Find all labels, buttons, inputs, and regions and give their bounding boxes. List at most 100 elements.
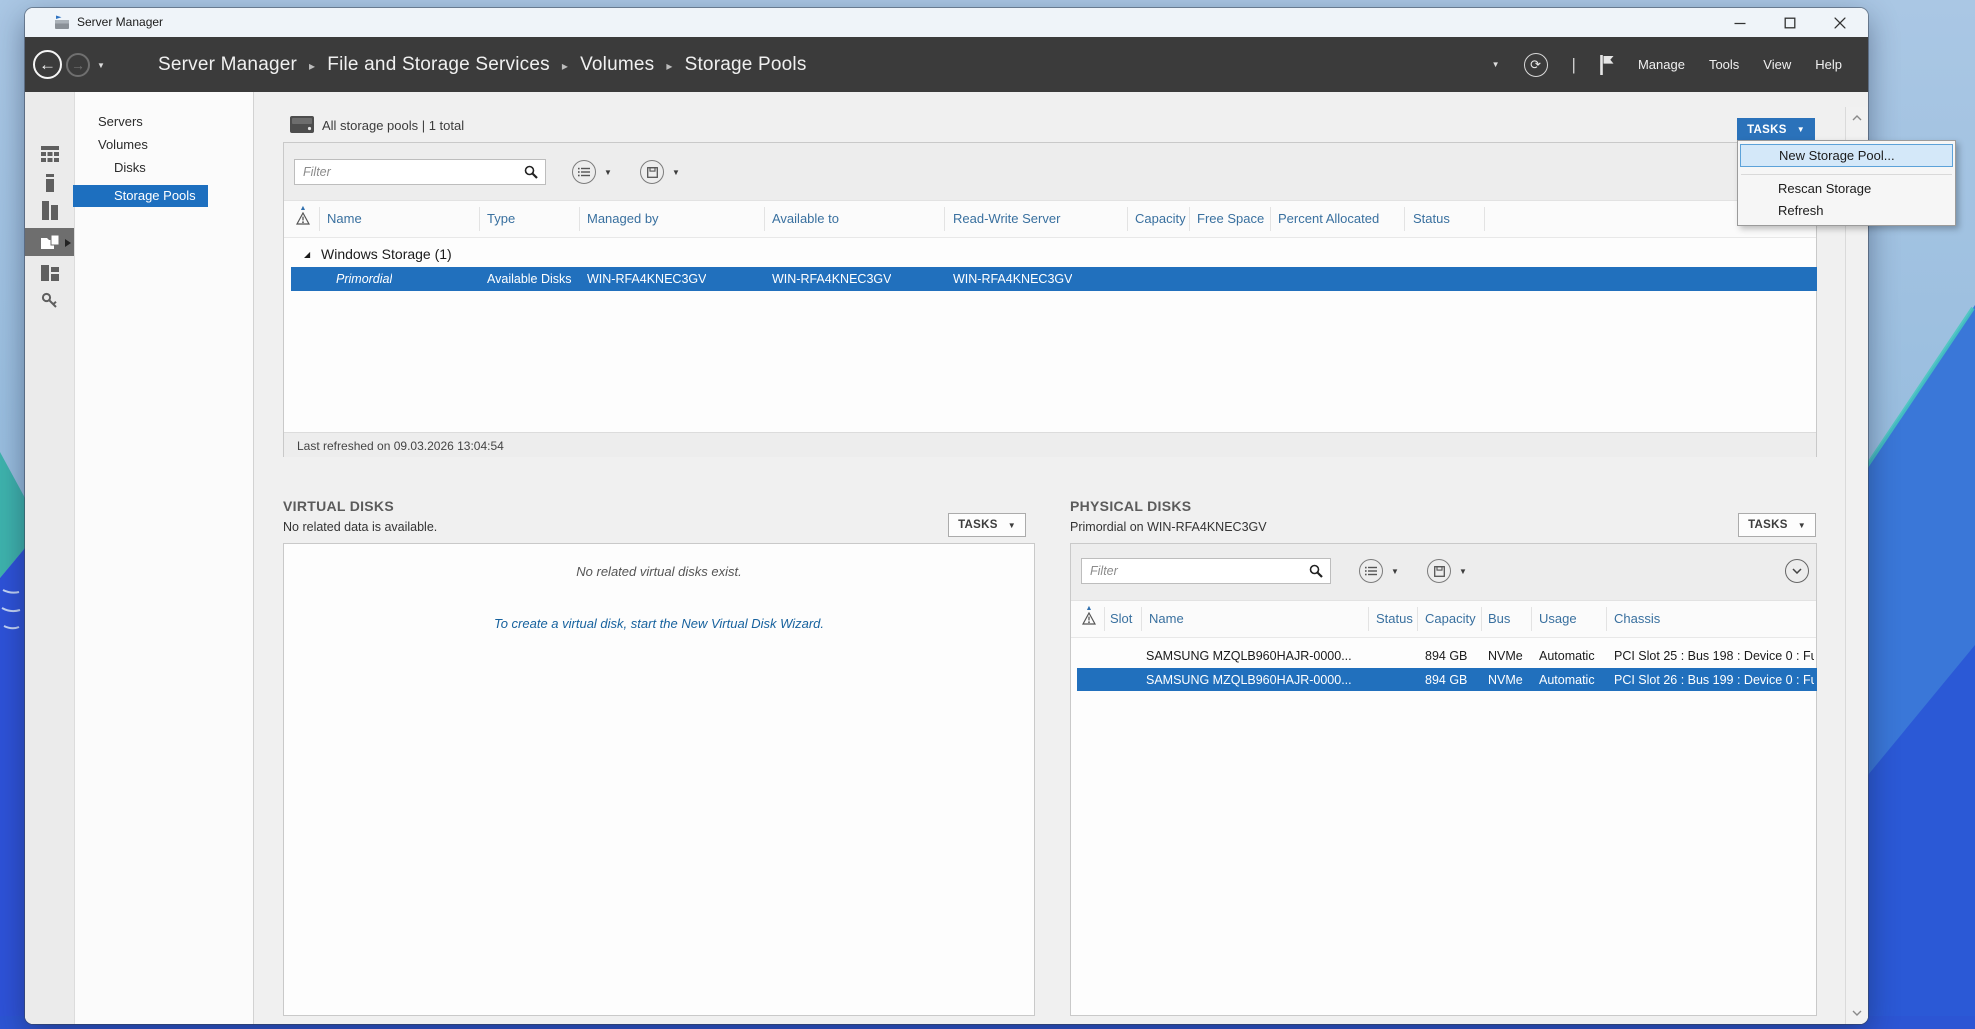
pool-row-primordial[interactable]: Primordial Available Disks WIN-RFA4KNEC3… (291, 267, 1817, 291)
virtual-disks-tasks-button[interactable]: TASKS▼ (948, 513, 1026, 537)
collapse-panel-button[interactable] (1785, 559, 1809, 583)
column-header-bus[interactable]: Bus (1488, 611, 1510, 626)
column-header-type[interactable]: Type (487, 211, 515, 226)
refresh-dropdown-caret[interactable]: ▼ (1492, 60, 1500, 69)
caret-down-icon[interactable]: ▼ (672, 168, 680, 177)
back-button[interactable]: ← (33, 50, 62, 79)
dashboard-icon[interactable] (25, 146, 74, 162)
list-icon (1365, 566, 1377, 576)
pools-pane-title: All storage pools | 1 total (322, 118, 464, 133)
disk-capacity: 894 GB (1425, 673, 1467, 687)
menu-tools[interactable]: Tools (1709, 57, 1739, 72)
new-virtual-disk-wizard-link[interactable]: To create a virtual disk, start the New … (284, 616, 1034, 631)
all-servers-icon[interactable] (25, 201, 74, 220)
storage-pool-icon (290, 116, 314, 133)
column-header-name[interactable]: Name (327, 211, 362, 226)
notifications-flag-icon[interactable] (1600, 55, 1614, 75)
search-icon[interactable] (1309, 564, 1323, 578)
column-header-managed-by[interactable]: Managed by (587, 211, 659, 226)
column-header-chassis[interactable]: Chassis (1614, 611, 1660, 626)
close-button[interactable] (1819, 8, 1861, 37)
save-query-button[interactable] (1427, 559, 1451, 583)
breadcrumb-storage-pools[interactable]: Storage Pools (685, 54, 807, 76)
warning-sort-column[interactable]: ▲ (1082, 606, 1096, 625)
nav-item-servers[interactable]: Servers (75, 111, 255, 133)
pools-tasks-button[interactable]: TASKS▼ (1737, 118, 1815, 141)
save-query-button[interactable] (640, 160, 664, 184)
storage-pools-pane: ▼ ▼ ▲ Name Type Managed by (283, 142, 1817, 457)
column-header-capacity[interactable]: Capacity (1135, 211, 1186, 226)
tasks-label: TASKS (1748, 519, 1788, 531)
column-header-status[interactable]: Status (1376, 611, 1413, 626)
column-header-name[interactable]: Name (1149, 611, 1184, 626)
nav-item-disks[interactable]: Disks (75, 157, 255, 179)
save-icon (1434, 566, 1445, 577)
disk-name: SAMSUNG MZQLB960HAJR-0000... (1146, 673, 1352, 687)
forward-button[interactable]: → (66, 53, 90, 77)
nav-item-storage-pools[interactable]: Storage Pools (73, 185, 208, 207)
menu-help[interactable]: Help (1815, 57, 1842, 72)
menu-item-rescan-storage[interactable]: Rescan Storage (1740, 177, 1953, 200)
disk-usage: Automatic (1539, 649, 1595, 663)
physical-disks-filter-input[interactable] (1081, 558, 1331, 584)
access-key-icon[interactable] (25, 292, 74, 310)
column-header-available-to[interactable]: Available to (772, 211, 839, 226)
caret-down-icon[interactable]: ▼ (604, 168, 612, 177)
menu-item-refresh[interactable]: Refresh (1740, 199, 1953, 222)
group-collapse-icon[interactable]: ◢ (304, 250, 310, 259)
pool-name: Primordial (336, 272, 392, 286)
local-server-icon[interactable] (25, 174, 74, 192)
vertical-scrollbar[interactable] (1845, 107, 1868, 1024)
column-header-free-space[interactable]: Free Space (1197, 211, 1264, 226)
breadcrumb-file-storage-services[interactable]: File and Storage Services (327, 54, 550, 76)
column-header-percent-allocated[interactable]: Percent Allocated (1278, 211, 1379, 226)
column-header-read-write-server[interactable]: Read-Write Server (953, 211, 1060, 226)
filter-options-button[interactable] (1359, 559, 1383, 583)
physical-disks-tasks-button[interactable]: TASKS ▼ (1738, 513, 1816, 537)
navbar: ← → ▼ Server Manager File and Storage Se… (25, 37, 1868, 92)
column-header-status[interactable]: Status (1413, 211, 1450, 226)
warning-sort-column[interactable]: ▲ (296, 206, 310, 225)
menu-separator (1741, 174, 1952, 175)
menu-item-new-storage-pool[interactable]: New Storage Pool... (1740, 144, 1953, 167)
menu-manage[interactable]: Manage (1638, 57, 1685, 72)
services-group-icon[interactable] (25, 265, 74, 281)
refresh-icon[interactable]: ⟳ (1524, 53, 1548, 77)
virtual-disks-title: VIRTUAL DISKS (283, 498, 394, 514)
pool-managed-by: WIN-RFA4KNEC3GV (587, 272, 706, 286)
caret-down-icon[interactable]: ▼ (1459, 567, 1467, 576)
maximize-button[interactable] (1769, 8, 1811, 37)
scroll-up-icon[interactable] (1846, 109, 1868, 127)
physical-disk-row[interactable]: SAMSUNG MZQLB960HAJR-0000... 894 GB NVMe… (1077, 645, 1817, 667)
server-manager-app-icon (54, 15, 70, 30)
tasks-label: TASKS (958, 519, 998, 531)
physical-disk-row-selected[interactable]: SAMSUNG MZQLB960HAJR-0000... 894 GB NVMe… (1077, 668, 1817, 691)
disk-usage: Automatic (1539, 673, 1595, 687)
main-content: All storage pools | 1 total TASKS ▼ ▼ (255, 92, 1845, 1024)
window-body: Servers Volumes Disks Storage Pools All … (25, 92, 1868, 1024)
filter-options-button[interactable] (572, 160, 596, 184)
caret-down-icon: ▼ (1798, 521, 1806, 530)
warning-triangle-icon (296, 212, 310, 225)
expand-arrow-icon[interactable] (65, 239, 71, 247)
column-header-usage[interactable]: Usage (1539, 611, 1577, 626)
history-dropdown-caret[interactable]: ▼ (97, 61, 105, 70)
scroll-down-icon[interactable] (1846, 1004, 1868, 1022)
pools-toolbar: ▼ ▼ (284, 143, 1816, 201)
breadcrumb-volumes[interactable]: Volumes (580, 54, 654, 76)
tasks-label: TASKS (1747, 124, 1787, 136)
column-header-slot[interactable]: Slot (1110, 611, 1132, 626)
menu-view[interactable]: View (1763, 57, 1791, 72)
nav-panel: Servers Volumes Disks Storage Pools (74, 92, 254, 1024)
column-header-capacity[interactable]: Capacity (1425, 611, 1476, 626)
nav-item-label: Disks (114, 160, 146, 175)
search-icon[interactable] (524, 165, 538, 179)
minimize-button[interactable] (1719, 8, 1761, 37)
nav-item-volumes[interactable]: Volumes (75, 134, 255, 156)
pools-group-row[interactable]: ◢ Windows Storage (1) (284, 243, 1816, 265)
pools-filter-input[interactable] (294, 159, 546, 185)
file-storage-services-icon[interactable] (25, 228, 74, 256)
nav-item-label: Servers (98, 114, 143, 129)
breadcrumb-server-manager[interactable]: Server Manager (158, 54, 297, 76)
caret-down-icon[interactable]: ▼ (1391, 567, 1399, 576)
